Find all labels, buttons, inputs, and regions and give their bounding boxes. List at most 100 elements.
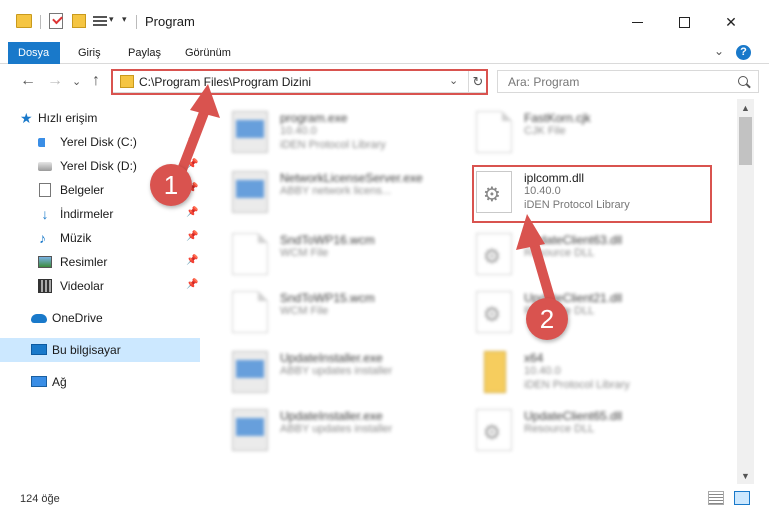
pin-icon[interactable]: 📌	[186, 255, 198, 266]
file-name: UpdateClient65.dll	[524, 409, 623, 423]
address-dropdown-icon[interactable]: ⌄	[449, 74, 458, 87]
dll-icon	[476, 291, 512, 333]
file-type: 10.40.0	[280, 125, 317, 137]
help-icon[interactable]: ?	[736, 45, 751, 60]
pictures-icon	[38, 256, 52, 268]
forward-arrow-icon[interactable]: →	[47, 72, 63, 90]
folder-icon[interactable]	[16, 14, 32, 28]
file-item[interactable]: SndToWP15.wcm WCM File	[224, 285, 464, 341]
navigation-bar: ← → ⌄ ↑ C:\Program Files\Program Dizini …	[0, 64, 769, 99]
title-bar: ▾ ▾ Program ✕	[0, 0, 769, 42]
file-name: NetworkLicenseServer.exe	[280, 171, 423, 185]
folder-icon	[120, 75, 134, 88]
file-item[interactable]: x64 10.40.0 iDEN Protocol Library	[468, 345, 708, 401]
file-name: UpdateInstaller.exe	[280, 351, 383, 365]
pin-icon[interactable]: 📌	[186, 159, 198, 170]
step-marker-1: 1	[150, 164, 192, 206]
properties-check-icon[interactable]	[49, 13, 63, 29]
file-type: ABBY updates installer	[280, 365, 393, 377]
close-icon: ✕	[725, 13, 737, 30]
search-box[interactable]: Ara: Program	[497, 70, 759, 93]
sidebar-item-quick-access[interactable]: ★ Hızlı erişim	[0, 106, 200, 130]
dll-icon	[476, 233, 512, 275]
details-view-icon[interactable]	[708, 491, 724, 505]
search-icon[interactable]	[738, 76, 748, 86]
tab-file[interactable]: Dosya	[8, 42, 60, 64]
document-icon	[476, 111, 512, 153]
file-description: iDEN Protocol Library	[524, 379, 630, 391]
sidebar-item-videos[interactable]: Videolar 📌	[0, 274, 200, 298]
pin-icon[interactable]: 📌	[186, 207, 198, 218]
view-options-icon[interactable]	[93, 14, 107, 28]
disk-d-icon	[38, 162, 52, 171]
exe-icon	[232, 111, 268, 153]
toolbar-separator	[40, 15, 41, 29]
sidebar-item-label: Bu bilgisayar	[52, 343, 121, 357]
file-item[interactable]: program.exe 10.40.0 iDEN Protocol Librar…	[224, 105, 464, 161]
pin-icon[interactable]: 📌	[186, 279, 198, 290]
file-name: SndToWP15.wcm	[280, 291, 375, 305]
recent-locations-icon[interactable]: ⌄	[72, 75, 81, 88]
close-button[interactable]: ✕	[708, 8, 754, 36]
file-type: CJK File	[524, 125, 566, 137]
exe-icon	[232, 409, 268, 451]
pin-icon[interactable]: 📌	[186, 135, 198, 146]
minimize-button[interactable]	[614, 8, 660, 36]
new-folder-icon[interactable]	[72, 14, 86, 28]
tiles-view-icon[interactable]	[734, 491, 750, 505]
tab-share[interactable]: Paylaş	[118, 42, 171, 64]
documents-icon	[39, 183, 51, 197]
status-bar: 124 öğe	[0, 485, 769, 525]
vertical-scrollbar[interactable]: ▲ ▼	[737, 99, 754, 484]
document-icon	[232, 291, 268, 333]
file-item[interactable]: UpdateClient21.dll Resource DLL	[468, 285, 708, 341]
file-type: ABBY network licens...	[280, 185, 392, 197]
file-description: iDEN Protocol Library	[280, 139, 386, 151]
file-type: WCM File	[280, 247, 329, 259]
refresh-icon[interactable]: ↻	[468, 71, 487, 92]
up-arrow-icon[interactable]: ↑	[92, 72, 100, 90]
sidebar-item-label: OneDrive	[52, 311, 103, 325]
address-path[interactable]: C:\Program Files\Program Dizini	[139, 75, 311, 89]
address-bar[interactable]: C:\Program Files\Program Dizini ⌄ ↻	[112, 70, 487, 93]
file-name: program.exe	[280, 111, 348, 125]
file-item[interactable]: UpdateClient65.dll Resource DLL	[468, 403, 708, 459]
file-list: program.exe 10.40.0 iDEN Protocol Librar…	[210, 99, 737, 484]
file-name: UpdateClient63.dll	[524, 233, 623, 247]
sidebar-item-network[interactable]: Ağ	[0, 370, 200, 394]
customize-dropdown-icon[interactable]: ▾	[109, 14, 114, 25]
maximize-button[interactable]	[661, 8, 707, 36]
document-icon	[232, 233, 268, 275]
file-item[interactable]: SndToWP16.wcm WCM File	[224, 227, 464, 283]
music-icon: ♪	[39, 230, 46, 246]
scroll-thumb[interactable]	[739, 117, 752, 165]
file-item[interactable]: UpdateInstaller.exe ABBY updates install…	[224, 403, 464, 459]
back-arrow-icon[interactable]: ←	[20, 72, 36, 90]
sidebar-item-label: Yerel Disk (C:)	[60, 135, 137, 149]
quick-access-dropdown-icon[interactable]: ▾	[122, 14, 127, 25]
sidebar-item-this-pc[interactable]: Bu bilgisayar	[0, 338, 200, 362]
file-item[interactable]: NetworkLicenseServer.exe ABBY network li…	[224, 165, 464, 221]
exe-icon	[232, 171, 268, 213]
sidebar-item-pictures[interactable]: Resimler 📌	[0, 250, 200, 274]
scroll-down-icon[interactable]: ▼	[741, 471, 750, 481]
this-pc-icon	[31, 344, 47, 355]
tab-home[interactable]: Giriş	[68, 42, 111, 64]
scroll-up-icon[interactable]: ▲	[741, 103, 750, 113]
window-title: Program	[145, 14, 195, 29]
sidebar-item-label: Resimler	[60, 255, 108, 269]
file-item[interactable]: UpdateClient63.dll Resource DLL	[468, 227, 708, 283]
step-marker-2: 2	[526, 298, 568, 340]
pin-icon[interactable]: 📌	[186, 231, 198, 242]
sidebar-item-music[interactable]: ♪ Müzik 📌	[0, 226, 200, 250]
file-item[interactable]: UpdateInstaller.exe ABBY updates install…	[224, 345, 464, 401]
file-name: FastKorn.cjk	[524, 111, 591, 125]
dll-icon	[476, 409, 512, 451]
sidebar-item-disk-c[interactable]: Yerel Disk (C:) 📌	[0, 130, 200, 154]
title-separator	[136, 15, 137, 29]
tab-view[interactable]: Görünüm	[175, 42, 241, 64]
file-item[interactable]: FastKorn.cjk CJK File	[468, 105, 708, 161]
search-placeholder[interactable]: Ara: Program	[508, 75, 579, 89]
sidebar-item-onedrive[interactable]: OneDrive	[0, 306, 200, 330]
expand-ribbon-icon[interactable]: ⌄	[714, 44, 724, 58]
